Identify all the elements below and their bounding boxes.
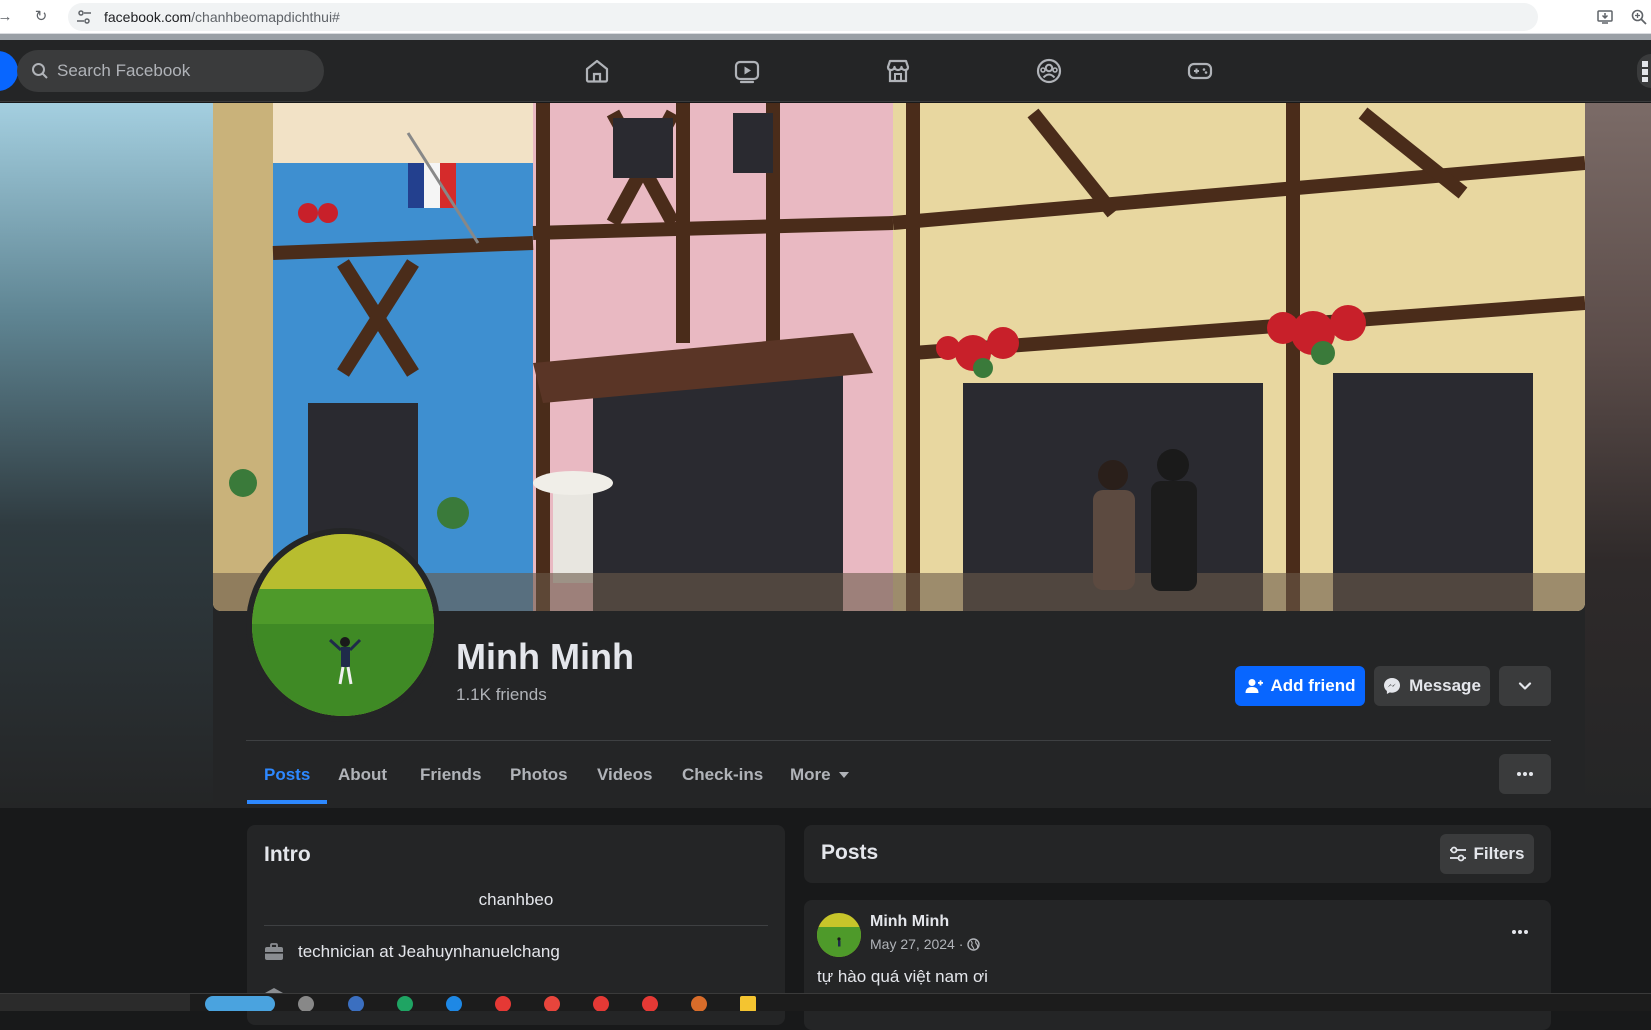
filters-label: Filters <box>1473 844 1525 863</box>
nav-tab-video[interactable] <box>692 40 802 102</box>
tab-about-label: About <box>338 765 388 784</box>
tab-photos-label: Photos <box>510 765 568 784</box>
nav-tab-groups[interactable] <box>994 40 1104 102</box>
briefcase-icon <box>265 943 283 960</box>
taskbar-folder-icon[interactable] <box>740 996 756 1011</box>
tab-about[interactable]: About <box>321 746 404 804</box>
intro-work-text: technician at Jeahuynhanuelchang <box>298 942 560 961</box>
facebook-logo[interactable] <box>0 51 18 91</box>
search-icon <box>32 63 48 79</box>
posts-header-card: Posts <box>804 825 1551 883</box>
install-app-icon[interactable] <box>1596 8 1614 26</box>
intro-work-item: technician at Jeahuynhanuelchang <box>264 940 560 964</box>
tab-more[interactable]: More <box>773 746 866 804</box>
facebook-header <box>0 40 1651 102</box>
add-friend-button[interactable]: Add friend <box>1235 666 1365 706</box>
url-text: facebook.com/chanhbeomapdichthui# <box>104 9 340 25</box>
taskbar-app-icon[interactable] <box>348 996 364 1011</box>
zoom-icon[interactable] <box>1630 8 1648 26</box>
message-label: Message <box>1409 676 1481 695</box>
url-host: facebook.com <box>104 9 192 25</box>
post-avatar-image <box>817 913 861 957</box>
marketplace-icon <box>886 59 910 83</box>
tab-friends-label: Friends <box>420 765 482 784</box>
reload-icon[interactable]: ↻ <box>32 8 50 26</box>
taskbar-chrome-icon[interactable] <box>495 996 511 1011</box>
posts-title: Posts <box>821 841 879 864</box>
tab-photos[interactable]: Photos <box>493 746 585 804</box>
post-meta: May 27, 2024 · <box>870 936 981 952</box>
ellipsis-icon <box>1512 930 1528 934</box>
site-settings-icon[interactable] <box>76 9 92 25</box>
search-box[interactable] <box>17 50 324 92</box>
add-friend-label: Add friend <box>1270 676 1356 695</box>
ellipsis-icon <box>1517 772 1533 776</box>
post-text: tự hào quá việt nam ơi <box>817 967 988 986</box>
globe-icon <box>967 937 981 951</box>
taskbar-app-icon[interactable] <box>544 996 560 1011</box>
filters-button[interactable]: Filters <box>1440 834 1534 874</box>
taskbar-search[interactable] <box>0 994 190 1011</box>
os-taskbar <box>0 993 1651 1011</box>
taskbar-widget-icon[interactable] <box>205 996 275 1011</box>
chevron-down-icon <box>1518 682 1532 690</box>
nav-tab-gaming[interactable] <box>1145 40 1255 102</box>
profile-avatar[interactable] <box>246 528 440 722</box>
menu-grid-icon <box>1642 61 1648 82</box>
url-path: /chanhbeomapdichthui# <box>191 9 340 25</box>
nav-tab-home[interactable] <box>542 40 652 102</box>
nav-tab-marketplace[interactable] <box>843 40 953 102</box>
menu-grid-button[interactable] <box>1637 54 1651 88</box>
taskbar-app-icon[interactable] <box>397 996 413 1011</box>
intro-separator <box>264 925 768 926</box>
post-author-avatar[interactable] <box>817 913 861 957</box>
tab-videos-label: Videos <box>597 765 653 784</box>
filters-icon <box>1450 846 1467 862</box>
post-author-name[interactable]: Minh Minh <box>870 913 949 931</box>
taskbar-app-icon[interactable] <box>691 996 707 1011</box>
intro-title: Intro <box>264 843 311 866</box>
friends-count[interactable]: 1.1K friends <box>456 685 547 705</box>
more-options-button[interactable] <box>1499 754 1551 794</box>
tab-check-ins[interactable]: Check-ins <box>665 746 780 804</box>
taskbar-edge-icon[interactable] <box>446 996 462 1011</box>
profile-options-dropdown[interactable] <box>1499 666 1551 706</box>
tab-posts[interactable]: Posts <box>247 746 328 804</box>
address-bar[interactable]: facebook.com/chanhbeomapdichthui# <box>68 3 1538 31</box>
tab-more-label: More <box>790 765 831 784</box>
tab-videos[interactable]: Videos <box>580 746 669 804</box>
profile-name: Minh Minh <box>456 636 634 677</box>
search-input[interactable] <box>57 50 307 92</box>
cover-blur-right <box>1585 103 1651 808</box>
post-options-button[interactable] <box>1502 920 1538 944</box>
home-icon <box>585 59 609 83</box>
messenger-icon <box>1384 678 1401 694</box>
browser-toolbar: → ↻ facebook.com/chanhbeomapdichthui# <box>0 0 1651 34</box>
cover-photo[interactable] <box>213 103 1585 611</box>
cover-blur-left <box>0 103 213 808</box>
taskbar-chrome-icon[interactable] <box>642 996 658 1011</box>
video-icon <box>734 60 760 84</box>
post-date[interactable]: May 27, 2024 · <box>870 936 963 952</box>
tab-friends[interactable]: Friends <box>403 746 498 804</box>
groups-icon <box>1036 58 1062 84</box>
add-person-icon <box>1245 679 1263 693</box>
taskbar-taskview-icon[interactable] <box>298 996 314 1011</box>
message-button[interactable]: Message <box>1374 666 1490 706</box>
gaming-icon <box>1187 62 1213 80</box>
forward-icon[interactable]: → <box>0 8 14 26</box>
cover-photo-image <box>213 103 1585 611</box>
tab-posts-label: Posts <box>264 765 311 784</box>
profile-divider <box>246 740 1551 741</box>
tab-check-ins-label: Check-ins <box>682 765 764 784</box>
taskbar-chrome-icon[interactable] <box>593 996 609 1011</box>
profile-picture-image <box>252 534 434 716</box>
caret-down-icon <box>838 772 849 778</box>
intro-bio: chanhbeo <box>478 890 554 909</box>
